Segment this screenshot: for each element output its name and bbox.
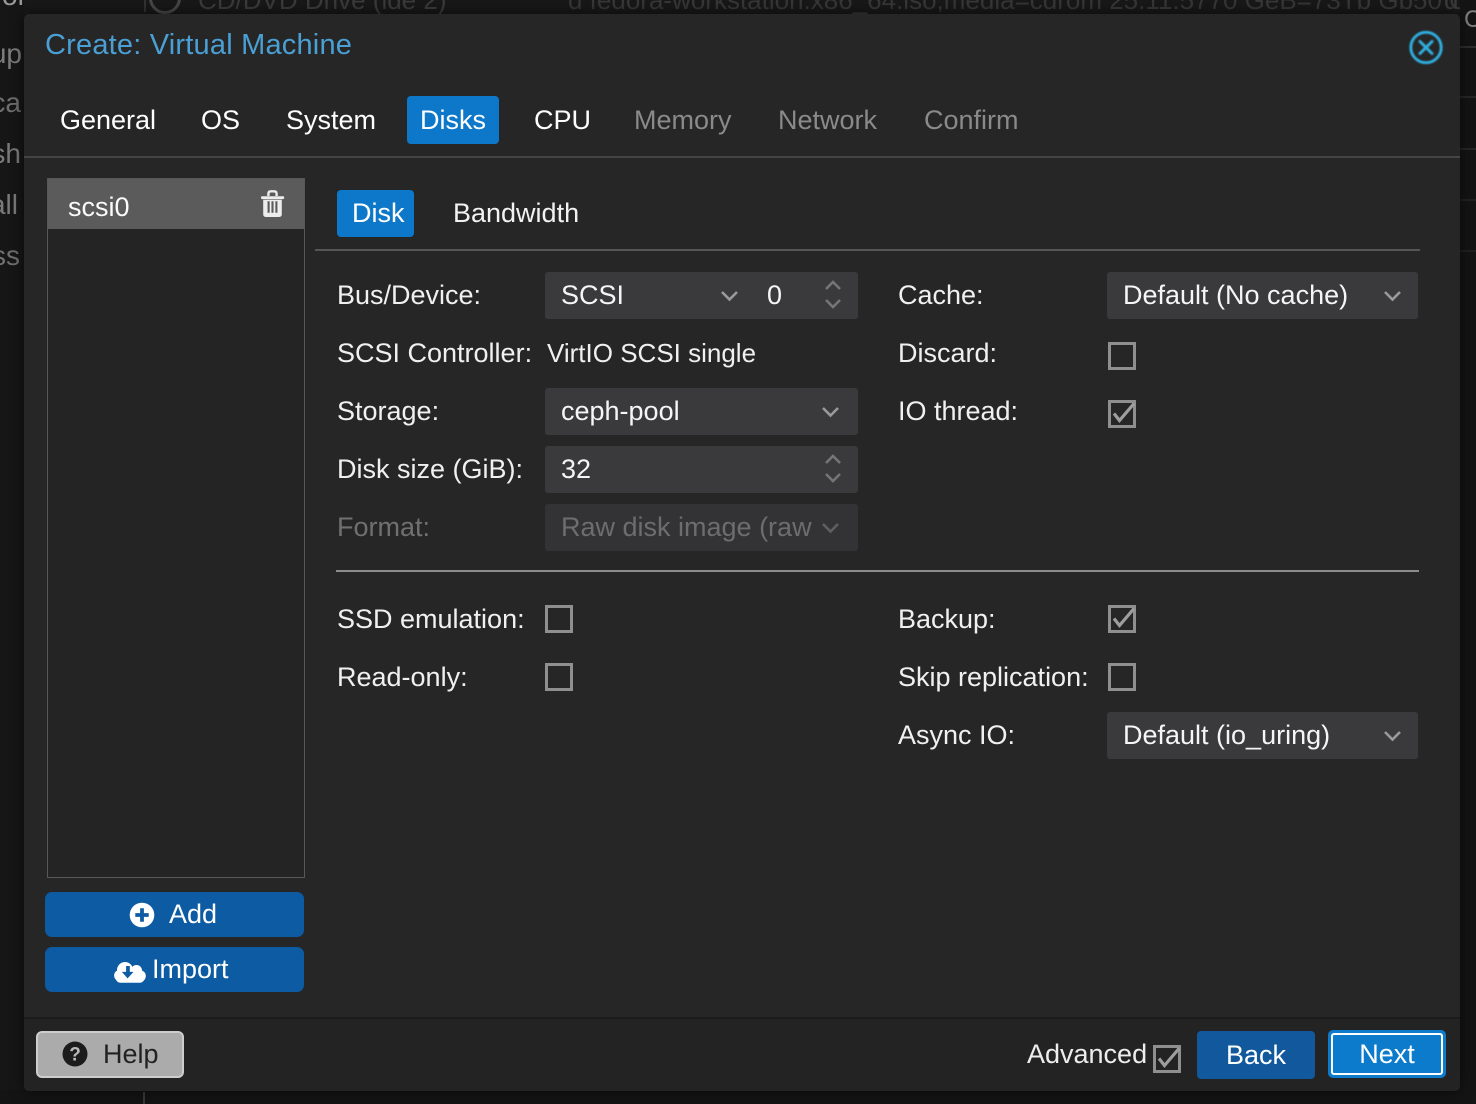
svg-text:?: ? (69, 1045, 81, 1066)
